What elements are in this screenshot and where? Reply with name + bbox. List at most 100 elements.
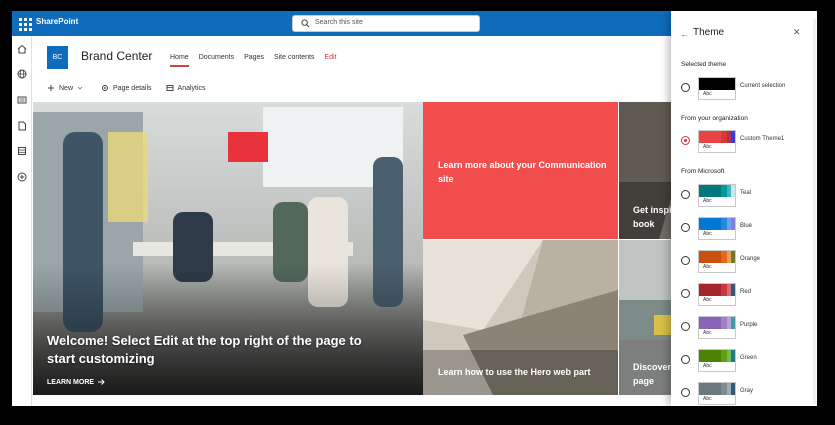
panel-scrollbar[interactable] bbox=[813, 19, 816, 404]
analytics-label: Analytics bbox=[177, 84, 206, 92]
theme-swatch: Abc bbox=[698, 382, 736, 405]
swatch-color bbox=[699, 251, 721, 263]
theme-option-green[interactable]: Abc Green bbox=[681, 349, 811, 373]
communication-caption: Learn more about your Communication site bbox=[438, 160, 607, 184]
learn-more-label: LEARN MORE bbox=[47, 378, 95, 386]
microsoft-theme-heading: From Microsoft bbox=[681, 168, 725, 175]
site-title[interactable]: Brand Center bbox=[81, 49, 152, 63]
inspiration-caption: Get inspir book bbox=[633, 205, 676, 229]
theme-radio[interactable] bbox=[681, 388, 690, 397]
command-bar: New Page details Analytics bbox=[47, 84, 220, 92]
theme-swatch: Abc bbox=[698, 349, 736, 372]
theme-option-blue[interactable]: Abc Blue bbox=[681, 217, 811, 241]
swatch-color bbox=[699, 317, 721, 329]
gear-icon bbox=[102, 85, 108, 91]
new-label: New bbox=[59, 84, 74, 92]
arrow-right-icon bbox=[98, 379, 105, 385]
swatch-color bbox=[731, 350, 735, 362]
swatch-color bbox=[731, 185, 735, 197]
page-details-label: Page details bbox=[113, 84, 152, 92]
site-logo[interactable]: BC bbox=[47, 46, 68, 69]
list-icon[interactable] bbox=[16, 145, 28, 157]
new-button[interactable]: New bbox=[47, 84, 87, 92]
back-arrow-icon[interactable]: ← bbox=[680, 29, 689, 39]
theme-name: Teal bbox=[740, 190, 752, 196]
news-icon[interactable] bbox=[16, 94, 28, 106]
analytics-icon bbox=[166, 85, 173, 91]
theme-radio[interactable] bbox=[681, 83, 690, 92]
analytics-button[interactable]: Analytics bbox=[166, 84, 206, 92]
swatch-color bbox=[731, 251, 735, 263]
theme-option-custom[interactable]: Abc Custom Theme1 bbox=[681, 130, 811, 154]
swatch-color bbox=[731, 284, 735, 296]
theme-name: Custom Theme1 bbox=[740, 136, 785, 142]
hero-webpart-caption: Learn how to use the Hero web part bbox=[438, 367, 591, 377]
nav-edit[interactable]: Edit bbox=[319, 53, 341, 67]
theme-radio[interactable] bbox=[681, 289, 690, 298]
close-icon[interactable]: ✕ bbox=[793, 27, 801, 38]
theme-name: Blue bbox=[740, 223, 753, 229]
theme-name: Gray bbox=[740, 388, 754, 394]
plus-icon bbox=[48, 85, 54, 91]
theme-radio[interactable] bbox=[681, 322, 690, 331]
page-details-button[interactable]: Page details bbox=[101, 84, 152, 92]
theme-option-orange[interactable]: Abc Orange bbox=[681, 250, 811, 274]
swatch-color bbox=[731, 383, 735, 395]
nav-home[interactable]: Home bbox=[165, 53, 194, 67]
swatch-color bbox=[731, 78, 735, 90]
selected-theme-heading: Selected theme bbox=[681, 61, 727, 68]
theme-name: Orange bbox=[740, 256, 761, 262]
theme-option-gray[interactable]: Abc Gray bbox=[681, 382, 811, 406]
create-icon[interactable] bbox=[16, 171, 28, 183]
theme-name: Red bbox=[740, 289, 752, 295]
hero-main-caption: Welcome! Select Edit at the top right of… bbox=[47, 333, 362, 366]
nav-pages[interactable]: Pages bbox=[239, 53, 269, 67]
theme-radio[interactable] bbox=[681, 223, 690, 232]
swatch-color bbox=[699, 218, 721, 230]
theme-name: Green bbox=[740, 355, 757, 361]
swatch-color bbox=[731, 131, 735, 143]
search-icon bbox=[301, 19, 310, 28]
theme-name: Purple bbox=[740, 322, 758, 328]
theme-swatch: Abc bbox=[698, 184, 736, 207]
learn-more-link[interactable]: LEARN MORE bbox=[47, 378, 105, 386]
theme-radio[interactable] bbox=[681, 190, 690, 199]
app-launcher-icon[interactable] bbox=[16, 15, 33, 32]
left-rail bbox=[12, 36, 32, 406]
home-icon[interactable] bbox=[16, 43, 28, 55]
swatch-color bbox=[731, 317, 735, 329]
app-name[interactable]: SharePoint bbox=[36, 17, 78, 26]
search-input[interactable]: Search this site bbox=[292, 15, 480, 32]
swatch-color bbox=[699, 350, 721, 362]
swatch-color bbox=[699, 78, 721, 90]
search-placeholder: Search this site bbox=[315, 19, 363, 26]
swatch-color bbox=[699, 284, 721, 296]
swatch-color bbox=[699, 383, 721, 395]
theme-swatch: Abc bbox=[698, 77, 736, 100]
swatch-color bbox=[699, 185, 721, 197]
site-navigation: Home Documents Pages Site contents Edit bbox=[165, 53, 341, 67]
theme-name: Current selection bbox=[740, 83, 786, 89]
nav-site-contents[interactable]: Site contents bbox=[269, 53, 319, 67]
theme-option-purple[interactable]: Abc Purple bbox=[681, 316, 811, 340]
theme-swatch: Abc bbox=[698, 316, 736, 339]
theme-radio-selected[interactable] bbox=[681, 136, 690, 145]
globe-icon[interactable] bbox=[16, 68, 28, 80]
theme-radio[interactable] bbox=[681, 355, 690, 364]
sharepoint-window: SharePoint Search this site BC Brand Cen… bbox=[12, 11, 817, 406]
theme-panel: ← Theme ✕ Selected theme Abc Current sel… bbox=[671, 11, 817, 406]
nav-documents[interactable]: Documents bbox=[194, 53, 239, 67]
hero-tile-main[interactable]: Welcome! Select Edit at the top right of… bbox=[33, 102, 423, 395]
theme-option-current[interactable]: Abc Current selection bbox=[681, 77, 811, 101]
theme-option-teal[interactable]: Abc Teal bbox=[681, 184, 811, 208]
hero-tile-hero-webpart[interactable]: Learn how to use the Hero web part bbox=[423, 240, 618, 395]
theme-swatch: Abc bbox=[698, 130, 736, 153]
document-icon[interactable] bbox=[16, 120, 28, 132]
theme-option-red[interactable]: Abc Red bbox=[681, 283, 811, 307]
theme-swatch: Abc bbox=[698, 250, 736, 273]
org-theme-heading: From your organization bbox=[681, 115, 748, 122]
panel-title: Theme bbox=[693, 27, 725, 38]
hero-tile-communication[interactable]: Learn more about your Communication site bbox=[423, 102, 618, 239]
theme-radio[interactable] bbox=[681, 256, 690, 265]
chevron-down-icon bbox=[77, 86, 83, 90]
